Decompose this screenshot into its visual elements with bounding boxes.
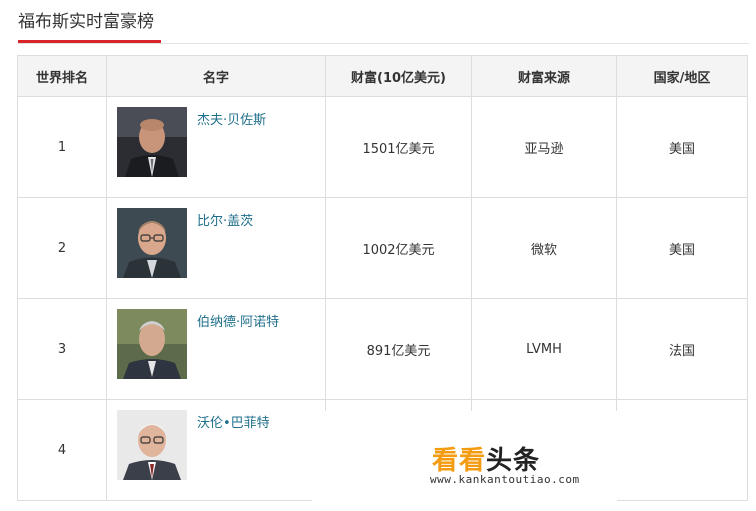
wealth-cell: 1501亿美元: [325, 96, 472, 198]
country-cell: 法国: [616, 298, 748, 400]
name-cell: 杰夫·贝佐斯: [106, 96, 326, 198]
watermark-brand-kan: 看看: [432, 446, 487, 476]
country-cell: 美国: [616, 197, 748, 299]
name-cell: 沃伦•巴菲特: [106, 399, 326, 501]
watermark: 看看头条 www.kankantoutiao.com: [312, 411, 617, 511]
source-cell: 亚马逊: [471, 96, 617, 198]
person-photo[interactable]: [117, 309, 187, 379]
header-source: 财富来源: [471, 55, 617, 97]
header-wealth: 财富(10亿美元): [325, 55, 472, 97]
source-cell: 微软: [471, 197, 617, 299]
table-header-row: 世界排名 名字 财富(10亿美元) 财富来源 国家/地区: [17, 55, 748, 97]
watermark-logo: 看看头条: [432, 440, 540, 477]
person-name-link[interactable]: 伯纳德·阿诺特: [197, 311, 279, 330]
name-cell: 比尔·盖茨: [106, 197, 326, 299]
source-cell: LVMH: [471, 298, 617, 400]
header-country: 国家/地区: [616, 55, 748, 97]
rank-cell: 2: [17, 197, 107, 299]
person-photo[interactable]: [117, 410, 187, 480]
table-row: 2 比尔·盖茨 1002亿美元 微软 美国: [17, 197, 748, 299]
wealth-cell: 1002亿美元: [325, 197, 472, 299]
person-name-link[interactable]: 杰夫·贝佐斯: [197, 109, 266, 128]
table-row: 3 伯纳德·阿诺特 891亿美元 LVMH 法国: [17, 298, 748, 400]
table-row: 1 杰夫·贝佐斯 1501亿美元 亚马逊 美国: [17, 96, 748, 198]
person-name-link[interactable]: 比尔·盖茨: [197, 210, 253, 229]
rank-cell: 3: [17, 298, 107, 400]
rank-cell: 4: [17, 399, 107, 501]
country-cell: [616, 399, 748, 501]
person-photo[interactable]: [117, 208, 187, 278]
header-rank: 世界排名: [17, 55, 107, 97]
rank-cell: 1: [17, 96, 107, 198]
title-divider: [18, 43, 749, 44]
page-title: 福布斯实时富豪榜: [18, 12, 154, 32]
name-cell: 伯纳德·阿诺特: [106, 298, 326, 400]
watermark-brand-toutiao: 头条: [486, 446, 541, 476]
watermark-url: www.kankantoutiao.com: [430, 473, 580, 486]
person-photo[interactable]: [117, 107, 187, 177]
person-name-link[interactable]: 沃伦•巴菲特: [197, 412, 270, 431]
country-cell: 美国: [616, 96, 748, 198]
header-name: 名字: [106, 55, 326, 97]
wealth-cell: 891亿美元: [325, 298, 472, 400]
